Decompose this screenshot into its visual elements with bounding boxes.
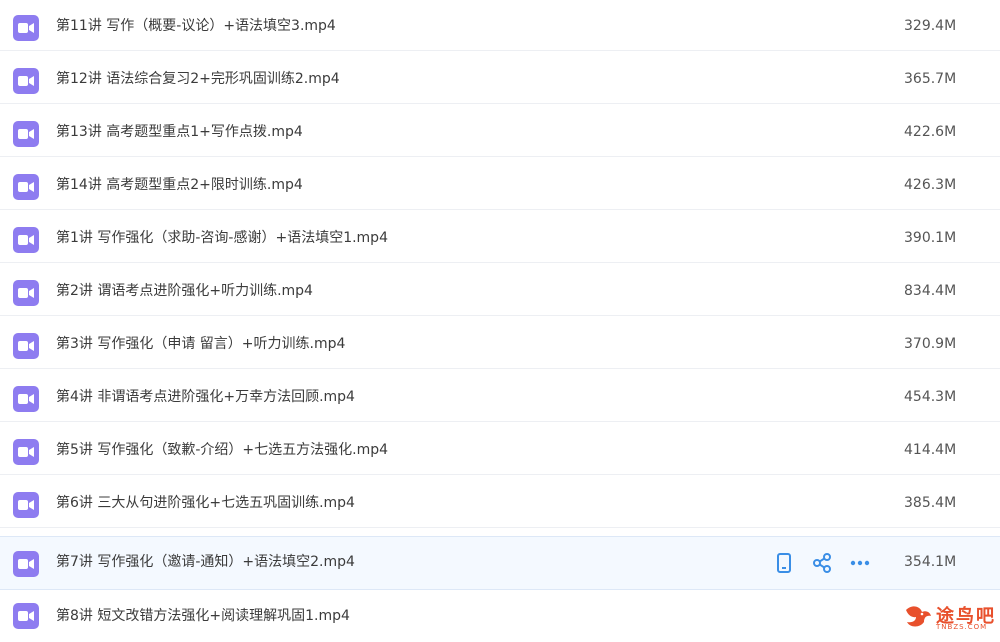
file-row-hovered[interactable]: 第7讲 写作强化（邀请-通知）+语法填空2.mp4 354.1M	[0, 536, 1000, 590]
file-name[interactable]: 第5讲 写作强化（致歉-介绍）+七选五方法强化.mp4	[56, 440, 388, 460]
video-file-icon	[13, 68, 39, 94]
file-size: 426.3M	[904, 177, 957, 193]
file-name[interactable]: 第7讲 写作强化（邀请-通知）+语法填空2.mp4	[56, 552, 355, 572]
file-size: 354.1M	[904, 554, 957, 570]
video-file-icon	[13, 439, 39, 465]
video-file-icon	[13, 492, 39, 518]
file-row[interactable]: 第8讲 短文改错方法强化+阅读理解巩固1.mp4	[0, 590, 1000, 642]
video-file-icon	[13, 551, 39, 577]
file-size: 422.6M	[904, 124, 957, 140]
share-icon[interactable]	[810, 551, 834, 575]
file-row[interactable]: 第6讲 三大从句进阶强化+七选五巩固训练.mp4 385.4M	[0, 476, 1000, 528]
file-name[interactable]: 第14讲 高考题型重点2+限时训练.mp4	[56, 175, 303, 195]
file-row[interactable]: 第13讲 高考题型重点1+写作点拨.mp4 422.6M	[0, 105, 1000, 157]
file-row[interactable]: 第12讲 语法综合复习2+完形巩固训练2.mp4 365.7M	[0, 52, 1000, 104]
file-name[interactable]: 第2讲 谓语考点进阶强化+听力训练.mp4	[56, 281, 313, 301]
file-size: 390.1M	[904, 230, 957, 246]
video-file-icon	[13, 333, 39, 359]
file-row[interactable]: 第2讲 谓语考点进阶强化+听力训练.mp4 834.4M	[0, 264, 1000, 316]
file-row[interactable]: 第1讲 写作强化（求助-咨询-感谢）+语法填空1.mp4 390.1M	[0, 211, 1000, 263]
video-file-icon	[13, 227, 39, 253]
file-row[interactable]: 第14讲 高考题型重点2+限时训练.mp4 426.3M	[0, 158, 1000, 210]
file-size: 454.3M	[904, 389, 957, 405]
phone-icon[interactable]	[772, 551, 796, 575]
file-row[interactable]: 第5讲 写作强化（致歉-介绍）+七选五方法强化.mp4 414.4M	[0, 423, 1000, 475]
video-file-icon	[13, 174, 39, 200]
file-row[interactable]: 第11讲 写作（概要-议论）+语法填空3.mp4 329.4M	[0, 0, 1000, 51]
file-size: 385.4M	[904, 495, 957, 511]
file-row[interactable]: 第4讲 非谓语考点进阶强化+万幸方法回顾.mp4 454.3M	[0, 370, 1000, 422]
watermark: 途鸟吧 TNBZS.COM	[902, 600, 996, 632]
file-name[interactable]: 第4讲 非谓语考点进阶强化+万幸方法回顾.mp4	[56, 387, 355, 407]
file-name[interactable]: 第13讲 高考题型重点1+写作点拨.mp4	[56, 122, 303, 142]
more-icon[interactable]	[848, 551, 872, 575]
bird-logo-icon	[902, 600, 934, 636]
video-file-icon	[13, 386, 39, 412]
video-file-icon	[13, 121, 39, 147]
file-size: 370.9M	[904, 336, 957, 352]
file-name[interactable]: 第6讲 三大从句进阶强化+七选五巩固训练.mp4	[56, 493, 355, 513]
file-name[interactable]: 第12讲 语法综合复习2+完形巩固训练2.mp4	[56, 69, 340, 89]
video-file-icon	[13, 15, 39, 41]
watermark-subtext: TNBZS.COM	[936, 623, 988, 631]
file-row[interactable]: 第3讲 写作强化（申请 留言）+听力训练.mp4 370.9M	[0, 317, 1000, 369]
video-file-icon	[13, 603, 39, 629]
file-list: 第11讲 写作（概要-议论）+语法填空3.mp4 329.4M 第12讲 语法综…	[0, 0, 1000, 642]
file-size: 834.4M	[904, 283, 957, 299]
file-name[interactable]: 第3讲 写作强化（申请 留言）+听力训练.mp4	[56, 334, 345, 354]
file-size: 414.4M	[904, 442, 957, 458]
video-file-icon	[13, 280, 39, 306]
file-name[interactable]: 第8讲 短文改错方法强化+阅读理解巩固1.mp4	[56, 606, 350, 626]
file-name[interactable]: 第11讲 写作（概要-议论）+语法填空3.mp4	[56, 16, 336, 36]
file-size: 329.4M	[904, 18, 957, 34]
file-size: 365.7M	[904, 71, 957, 87]
file-name[interactable]: 第1讲 写作强化（求助-咨询-感谢）+语法填空1.mp4	[56, 228, 388, 248]
